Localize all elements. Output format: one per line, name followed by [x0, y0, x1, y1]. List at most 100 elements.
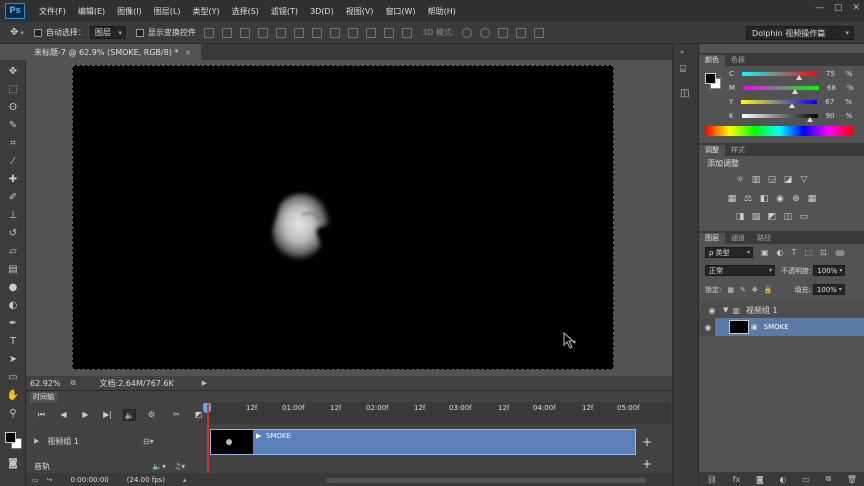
- dodge-tool-icon[interactable]: ◐: [6, 300, 20, 312]
- menu-type[interactable]: 类型(Y): [186, 6, 225, 17]
- status-expand-icon[interactable]: ▶: [202, 379, 207, 387]
- mute-audio-icon[interactable]: 🔈▾: [152, 462, 166, 471]
- menu-3d[interactable]: 3D(D): [304, 7, 340, 16]
- 3d-roll-icon[interactable]: [480, 27, 491, 38]
- group-expand-icon[interactable]: ▼: [723, 306, 728, 314]
- music-note-icon[interactable]: ♫▾: [174, 462, 185, 471]
- threshold-icon[interactable]: ◩: [767, 212, 777, 222]
- lasso-tool-icon[interactable]: ʘ: [6, 102, 20, 114]
- add-media-icon[interactable]: +: [642, 435, 652, 449]
- settings-gear-icon[interactable]: ⚙: [145, 409, 158, 421]
- document-tab[interactable]: 未标题-7 @ 62.9% (SMOKE, RGB/8) * ×: [26, 44, 202, 60]
- black-white-icon[interactable]: ◧: [759, 194, 769, 204]
- filter-adjustment-icon[interactable]: ◐: [777, 248, 784, 257]
- previous-frame-icon[interactable]: ◀: [57, 409, 70, 421]
- show-transform-checkbox[interactable]: [135, 28, 144, 37]
- collapse-arrows-icon[interactable]: »: [680, 48, 684, 56]
- tool-preset-chevron-icon[interactable]: ▾: [20, 29, 24, 37]
- color-lookup-icon[interactable]: ▦: [807, 194, 817, 204]
- black-value[interactable]: 90: [826, 112, 846, 120]
- add-audio-icon[interactable]: +: [642, 457, 652, 471]
- foreground-color-swatch[interactable]: [5, 432, 16, 443]
- marquee-tool-icon[interactable]: ⬚: [6, 84, 20, 96]
- quick-mask-icon[interactable]: ◙: [6, 458, 20, 470]
- crop-tool-icon[interactable]: ⌗: [6, 138, 20, 150]
- brush-tool-icon[interactable]: ✐: [6, 192, 20, 204]
- 3d-pan-icon[interactable]: [498, 27, 509, 38]
- move-tool-icon[interactable]: ✥: [10, 27, 18, 38]
- tab-layers[interactable]: 图层: [699, 233, 725, 244]
- slider-thumb[interactable]: [795, 75, 802, 80]
- close-button[interactable]: ✕: [852, 3, 860, 13]
- new-group-icon[interactable]: ▭: [802, 475, 810, 484]
- align-right-icon[interactable]: [293, 27, 304, 38]
- levels-icon[interactable]: ▥: [751, 175, 761, 185]
- properties-panel-icon[interactable]: ◫: [680, 88, 689, 99]
- auto-select-checkbox[interactable]: [33, 28, 42, 37]
- menu-file[interactable]: 文件(F): [33, 6, 72, 17]
- filter-pixel-icon[interactable]: ▣: [761, 248, 769, 257]
- align-top-icon[interactable]: [203, 27, 214, 38]
- magenta-value[interactable]: 68: [827, 84, 847, 92]
- channel-mixer-icon[interactable]: ⊕: [791, 194, 801, 204]
- film-strip-icon[interactable]: ⊟▾: [143, 437, 154, 446]
- tab-swatches[interactable]: 色板: [725, 55, 751, 66]
- workspace-switcher[interactable]: Dolphin 视频操作篇: [746, 26, 854, 40]
- posterize-icon[interactable]: ▧: [751, 212, 761, 222]
- distribute-vcenter-icon[interactable]: [329, 27, 340, 38]
- selective-color-icon[interactable]: ◫: [783, 212, 793, 222]
- photo-filter-icon[interactable]: ◉: [775, 194, 785, 204]
- layer-row-smoke[interactable]: ◉ ▣ SMOKE: [699, 318, 864, 336]
- history-brush-tool-icon[interactable]: ↺: [6, 228, 20, 240]
- menu-window[interactable]: 窗口(W): [379, 6, 421, 17]
- cyan-value[interactable]: 75: [826, 70, 846, 78]
- split-scissors-icon[interactable]: ✂: [170, 409, 183, 421]
- opacity-field[interactable]: 100%: [813, 265, 846, 276]
- audio-icon[interactable]: 🔈: [123, 409, 136, 421]
- next-frame-icon[interactable]: ▶|: [101, 409, 114, 421]
- 3d-slide-icon[interactable]: [516, 27, 527, 38]
- timeline-tab[interactable]: 时间轴: [30, 392, 57, 403]
- distribute-bottom-icon[interactable]: [347, 27, 358, 38]
- slider-thumb[interactable]: [806, 117, 813, 122]
- move-tool-icon[interactable]: ✥: [6, 66, 20, 78]
- gradient-tool-icon[interactable]: ▤: [6, 264, 20, 276]
- color-balance-icon[interactable]: ⚖: [743, 194, 753, 204]
- visibility-eye-icon[interactable]: ◉: [705, 306, 719, 315]
- brightness-contrast-icon[interactable]: ☼: [735, 175, 745, 185]
- curves-icon[interactable]: ◲: [767, 175, 777, 185]
- foreground-swatch[interactable]: [705, 73, 716, 84]
- close-tab-icon[interactable]: ×: [185, 48, 192, 57]
- black-slider[interactable]: [741, 114, 818, 122]
- filter-smart-object-icon[interactable]: ⊡: [820, 248, 827, 257]
- yellow-slider[interactable]: [741, 100, 818, 108]
- fill-field[interactable]: 100%: [812, 284, 845, 295]
- path-selection-tool-icon[interactable]: ➤: [6, 354, 20, 366]
- video-clip[interactable]: ▶ SMOKE: [210, 429, 636, 455]
- zoom-out-mountain-icon[interactable]: ▴: [183, 476, 187, 484]
- timeline-ruler[interactable]: 12f 01:00f 12f 02:00f 12f 03:00f 12f 04:…: [206, 402, 671, 424]
- rectangle-tool-icon[interactable]: ▭: [6, 372, 20, 384]
- new-adjustment-layer-icon[interactable]: ◐: [780, 475, 787, 484]
- healing-brush-tool-icon[interactable]: ✚: [6, 174, 20, 186]
- distribute-right-icon[interactable]: [401, 27, 412, 38]
- convert-frame-animation-icon[interactable]: ▭: [32, 476, 39, 484]
- layer-style-icon[interactable]: fx: [733, 475, 741, 484]
- quick-select-tool-icon[interactable]: ✎: [6, 120, 20, 132]
- layer-kind-filter[interactable]: ρ 类型: [705, 247, 753, 258]
- eyedropper-tool-icon[interactable]: ⁄: [6, 156, 20, 168]
- timeline-scrollbar[interactable]: [326, 478, 646, 483]
- video-group-track[interactable]: ▶ 视频组 1 ⊟▾: [26, 426, 206, 456]
- filter-toggle[interactable]: [834, 249, 845, 256]
- link-layers-icon[interactable]: ⛓: [707, 475, 717, 484]
- menu-edit[interactable]: 编辑(E): [72, 6, 111, 17]
- pen-tool-icon[interactable]: ✒: [6, 318, 20, 330]
- distribute-top-icon[interactable]: [311, 27, 322, 38]
- tab-paths[interactable]: 路径: [751, 233, 777, 244]
- hue-saturation-icon[interactable]: ▦: [727, 194, 737, 204]
- clone-stamp-tool-icon[interactable]: ⊥: [6, 210, 20, 222]
- zoom-tool-icon[interactable]: ⚲: [6, 408, 20, 420]
- tab-adjustments[interactable]: 调整: [699, 145, 725, 156]
- filter-type-icon[interactable]: T: [792, 248, 797, 257]
- history-panel-icon[interactable]: ⌸: [680, 64, 686, 75]
